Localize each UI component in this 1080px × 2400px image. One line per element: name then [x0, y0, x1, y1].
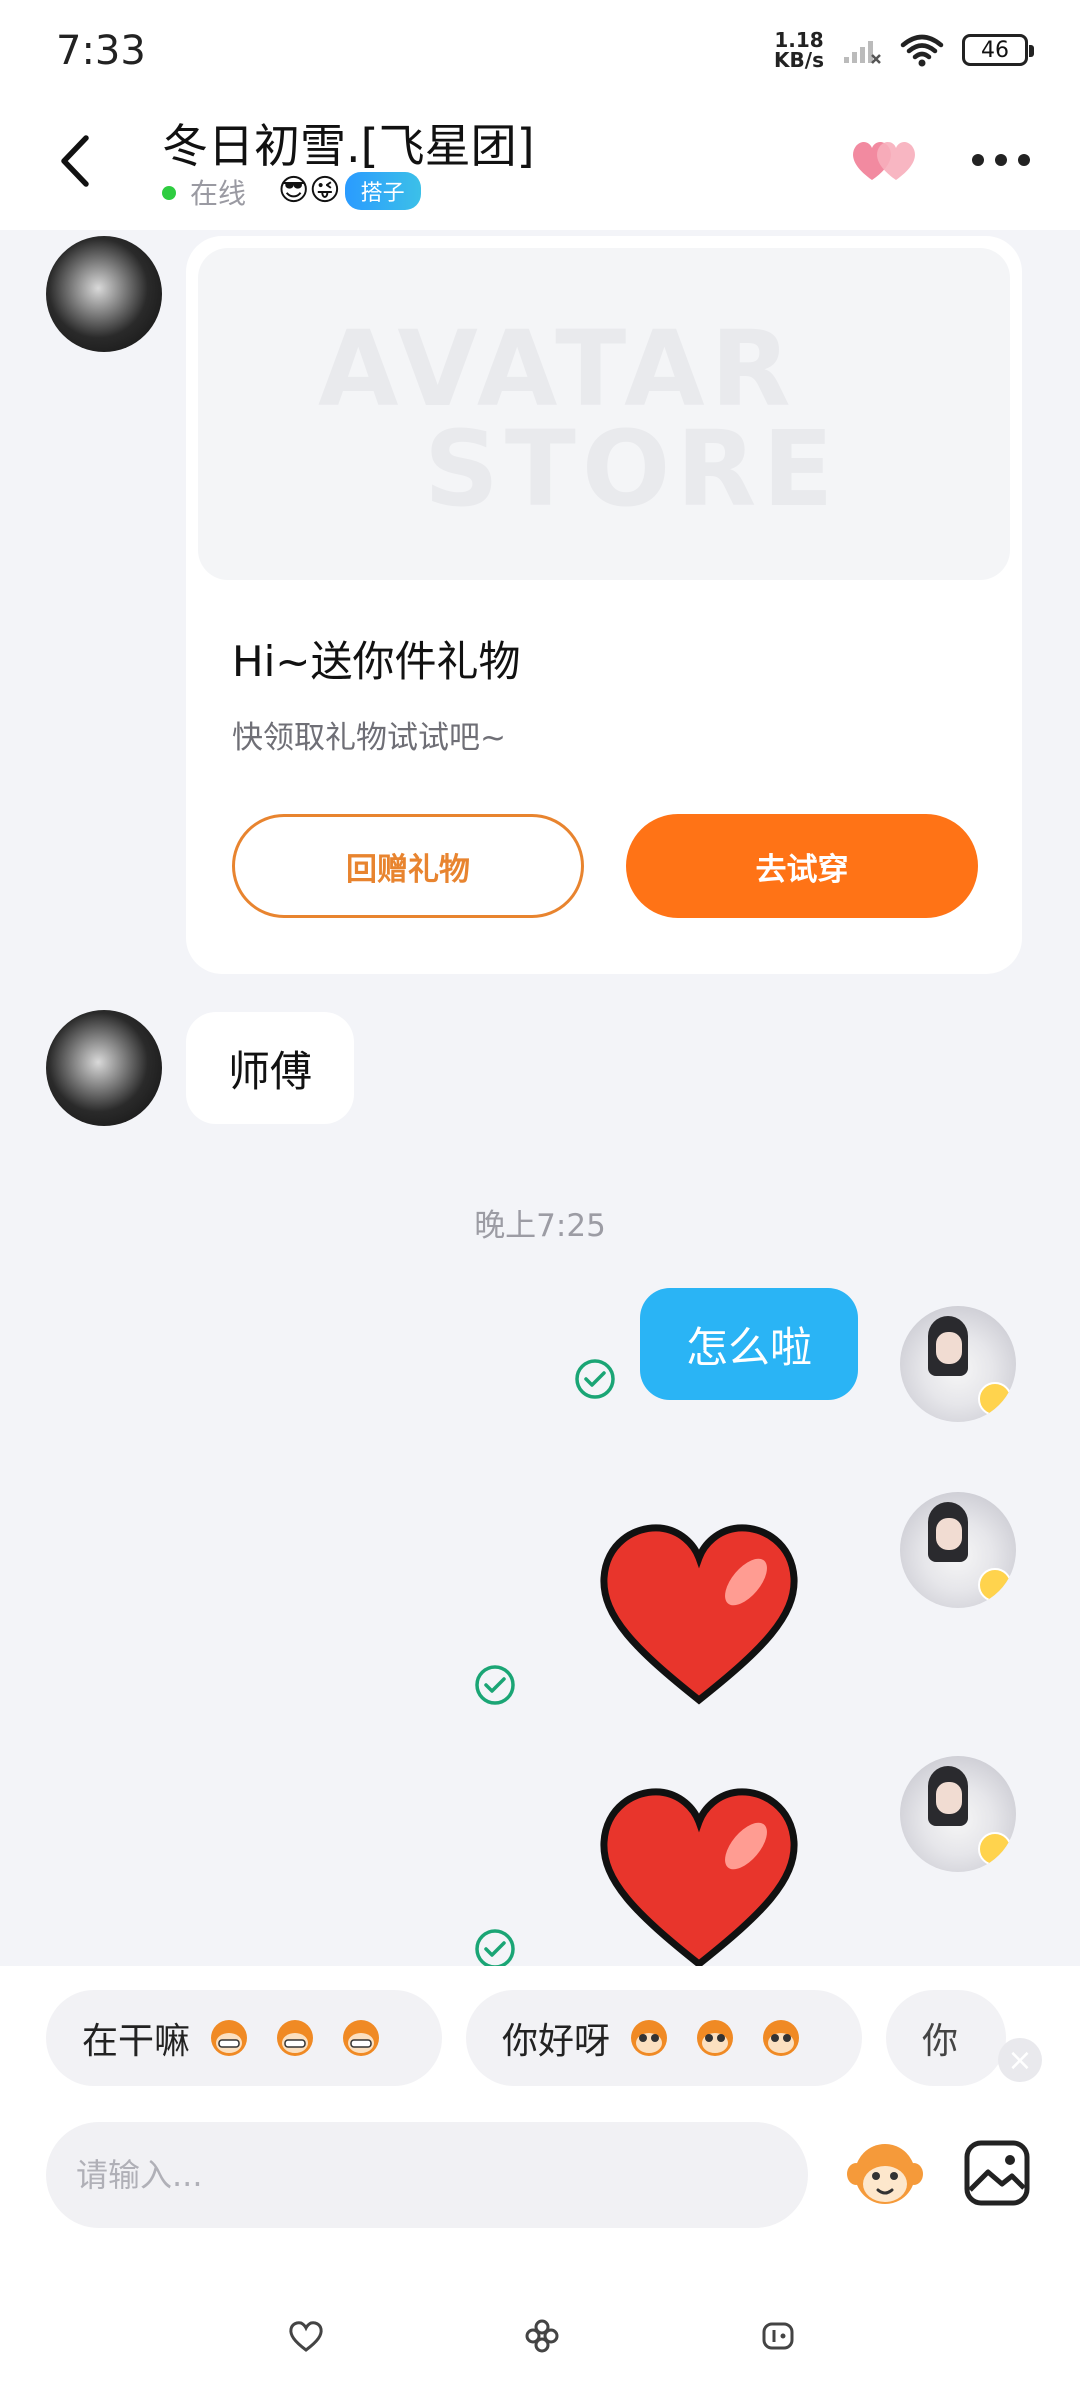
received-message-bubble: 师傅: [186, 1012, 355, 1124]
read-check-icon: [475, 1929, 515, 1969]
banner-text-2: STORE: [424, 408, 840, 530]
heart-sticker-icon: [600, 1524, 798, 1705]
system-nav-bar: [0, 2316, 1080, 2376]
wifi-icon: [900, 34, 944, 67]
my-avatar[interactable]: [900, 1306, 1016, 1422]
monkey-emoji-icon: [211, 2020, 248, 2056]
bottom-panel: 在干嘛 你好呀 你 ×: [0, 1966, 1080, 2400]
try-on-button[interactable]: 去试穿: [626, 814, 978, 918]
contact-avatar[interactable]: [46, 236, 162, 352]
close-quick-replies-icon[interactable]: ×: [998, 2038, 1042, 2082]
image-picker-icon[interactable]: [962, 2138, 1032, 2208]
status-time: 7:33: [56, 28, 146, 74]
message-input-field[interactable]: [46, 2122, 808, 2228]
message-input[interactable]: [46, 2122, 808, 2228]
battery-indicator: 46: [962, 34, 1034, 66]
gift-subtitle: 快领取礼物试试吧~: [232, 720, 506, 756]
double-hearts-icon[interactable]: [848, 134, 924, 186]
quick-reply-chip[interactable]: 你: [886, 1990, 1006, 2086]
tag-badge-label: 搭子: [344, 172, 421, 210]
top-bar: 7:33 1.18 KB/s 46 冬日初雪.[飞星团] 在线 😎😜 搭子: [0, 0, 1080, 230]
read-check-icon: [575, 1359, 615, 1399]
back-arrow-icon[interactable]: [50, 126, 102, 196]
monkey-emoji-icon: [277, 2020, 314, 2056]
network-speed: 1.18 KB/s: [774, 28, 824, 72]
message-timestamp: 晚上7:25: [474, 1208, 606, 1244]
relationship-tag[interactable]: 😎😜 搭子: [278, 172, 421, 210]
quick-reply-chip[interactable]: 你好呀: [466, 1990, 862, 2086]
quick-reply-text: 在干嘛: [82, 2021, 191, 2062]
my-avatar[interactable]: [900, 1756, 1016, 1872]
monkey-emoji-icon: [343, 2020, 380, 2056]
monkey-emoji-icon: [763, 2020, 800, 2056]
status-indicators: 1.18 KB/s 46: [774, 28, 1034, 72]
signal-icon: [844, 41, 881, 64]
my-avatar[interactable]: [900, 1492, 1016, 1608]
quick-reply-chip[interactable]: 在干嘛: [46, 1990, 442, 2086]
sunglasses-emoji-icon: 😎😜: [278, 173, 341, 208]
online-status-text: 在线: [190, 177, 247, 210]
heart-sticker-icon: [600, 1788, 798, 1969]
contact-avatar[interactable]: [46, 1010, 162, 1126]
read-check-icon: [475, 1665, 515, 1705]
more-options-icon[interactable]: [972, 148, 1030, 172]
gift-banner-image: AVATAR STORE: [198, 248, 1010, 580]
quick-reply-text: 你好呀: [502, 2021, 611, 2062]
online-status-dot: [162, 186, 176, 200]
monkey-emoji-icon: [697, 2020, 734, 2056]
nav-flower-icon[interactable]: [522, 2316, 562, 2356]
quick-reply-text: 你: [922, 2021, 959, 2062]
chat-title: 冬日初雪.[飞星团]: [162, 119, 535, 173]
monkey-sticker-button-icon[interactable]: [842, 2136, 928, 2216]
return-gift-button[interactable]: 回赠礼物: [232, 814, 584, 918]
quick-replies: 在干嘛 你好呀 你 ×: [0, 1990, 1080, 2086]
nav-game-icon[interactable]: [758, 2316, 798, 2356]
monkey-emoji-icon: [631, 2020, 668, 2056]
gift-title: Hi~送你件礼物: [232, 637, 521, 686]
nav-heart-icon[interactable]: [286, 2316, 326, 2356]
sent-message-bubble: 怎么啦: [640, 1288, 858, 1400]
gift-message-card: AVATAR STORE Hi~送你件礼物 快领取礼物试试吧~ 回赠礼物 去试穿: [186, 236, 1022, 974]
